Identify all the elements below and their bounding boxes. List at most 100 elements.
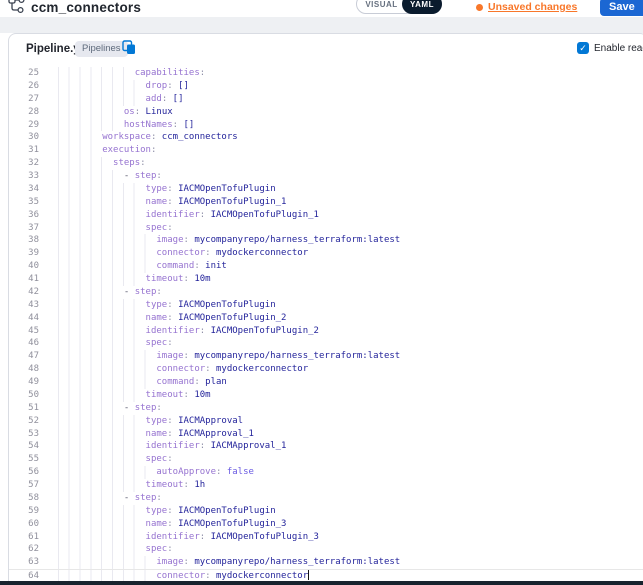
yaml-key: timeout: [146, 390, 184, 400]
line-number: 62: [9, 543, 39, 556]
code-content: - step:: [48, 402, 643, 415]
code-line-33[interactable]: 33- step:: [9, 170, 643, 183]
toggle-visual[interactable]: VISUAL: [357, 0, 402, 9]
yaml-value: IACMOpenTofuPlugin_3: [173, 519, 287, 529]
yaml-key: type: [146, 184, 168, 194]
entity-type-badge: Pipelines: [75, 41, 128, 57]
code-content: execution:: [48, 144, 643, 157]
code-line-28[interactable]: 28os: Linux: [9, 106, 643, 119]
yaml-key: connector: [156, 248, 205, 258]
yaml-colon: :: [167, 544, 172, 554]
yaml-value: IACMOpenTofuPlugin: [173, 506, 276, 516]
save-button[interactable]: Save ⌄: [600, 0, 643, 16]
code-line-46[interactable]: 46spec:: [9, 337, 643, 350]
line-number: 63: [9, 556, 39, 569]
code-line-61[interactable]: 61identifier: IACMOpenTofuPlugin_3: [9, 531, 643, 544]
code-line-37[interactable]: 37spec:: [9, 222, 643, 235]
code-line-59[interactable]: 59type: IACMOpenTofuPlugin: [9, 505, 643, 518]
line-number: 52: [9, 415, 39, 428]
code-line-60[interactable]: 60name: IACMOpenTofuPlugin_3: [9, 518, 643, 531]
code-line-52[interactable]: 52type: IACMApproval: [9, 415, 643, 428]
line-number: 53: [9, 428, 39, 441]
code-line-54[interactable]: 54identifier: IACMApproval_1: [9, 440, 643, 453]
code-line-58[interactable]: 58- step:: [9, 492, 643, 505]
code-line-48[interactable]: 48connector: mydockerconnector: [9, 363, 643, 376]
code-line-62[interactable]: 62spec:: [9, 543, 643, 556]
code-line-38[interactable]: 38image: mycompanyrepo/harness_terraform…: [9, 234, 643, 247]
code-content: autoApprove: false: [48, 466, 643, 479]
line-number: 56: [9, 466, 39, 479]
code-line-45[interactable]: 45identifier: IACMOpenTofuPlugin_2: [9, 325, 643, 338]
code-line-26[interactable]: 26drop: []: [9, 80, 643, 93]
code-content: command: plan: [48, 376, 643, 389]
yaml-value: []: [178, 120, 194, 130]
yaml-value: mycompanyrepo/harness_terraform:latest: [189, 351, 400, 361]
top-bar: ccm_connectors VISUAL YAML Unsaved chang…: [0, 0, 643, 17]
code-line-50[interactable]: 50timeout: 10m: [9, 389, 643, 402]
yaml-colon: :: [167, 338, 172, 348]
code-line-56[interactable]: 56 autoApprove: false: [9, 466, 643, 479]
yaml-value: ccm_connectors: [156, 132, 237, 142]
code-line-31[interactable]: 31execution:: [9, 144, 643, 157]
yaml-key: timeout: [146, 274, 184, 284]
code-line-57[interactable]: 57timeout: 1h: [9, 479, 643, 492]
yaml-value: IACMOpenTofuPlugin_2: [205, 326, 319, 336]
code-line-55[interactable]: 55spec:: [9, 453, 643, 466]
yaml-colon: :: [200, 68, 205, 78]
code-content: drop: []: [48, 80, 643, 93]
code-content: timeout: 10m: [48, 389, 643, 402]
toggle-yaml[interactable]: YAML: [402, 0, 442, 14]
code-line-29[interactable]: 29hostNames: []: [9, 119, 643, 132]
code-line-42[interactable]: 42- step:: [9, 286, 643, 299]
yaml-value: mydockerconnector: [211, 364, 309, 374]
code-content: connector: mydockerconnector: [48, 570, 643, 581]
code-line-32[interactable]: 32steps:: [9, 157, 643, 170]
code-line-44[interactable]: 44name: IACMOpenTofuPlugin_2: [9, 312, 643, 325]
code-line-30[interactable]: 30workspace: ccm_connectors: [9, 131, 643, 144]
code-line-47[interactable]: 47image: mycompanyrepo/harness_terraform…: [9, 350, 643, 363]
code-line-63[interactable]: 63image: mycompanyrepo/harness_terraform…: [9, 556, 643, 569]
code-content: - step:: [48, 286, 643, 299]
code-content: workspace: ccm_connectors: [48, 131, 643, 144]
unsaved-changes-link[interactable]: Unsaved changes: [488, 1, 577, 13]
code-content: name: IACMApproval_1: [48, 428, 643, 441]
line-number: 46: [9, 337, 39, 350]
yaml-colon: :: [151, 145, 156, 155]
code-line-35[interactable]: 35name: IACMOpenTofuPlugin_1: [9, 196, 643, 209]
code-line-43[interactable]: 43type: IACMOpenTofuPlugin: [9, 299, 643, 312]
visual-yaml-toggle[interactable]: VISUAL YAML: [356, 0, 442, 14]
line-number: 25: [9, 67, 39, 80]
yaml-key: identifier: [146, 441, 200, 451]
yaml-code-editor[interactable]: 25capabilities:26drop: []27add: []28os: …: [9, 67, 643, 585]
code-line-49[interactable]: 49command: plan: [9, 376, 643, 389]
code-line-36[interactable]: 36identifier: IACMOpenTofuPlugin_1: [9, 209, 643, 222]
line-number: 64: [9, 570, 39, 581]
save-button-label[interactable]: Save: [600, 1, 643, 13]
yaml-key: hostNames: [124, 120, 173, 130]
yaml-value: 10m: [189, 274, 211, 284]
code-content: identifier: IACMApproval_1: [48, 440, 643, 453]
yaml-value: mycompanyrepo/harness_terraform:latest: [189, 557, 400, 567]
yaml-key: name: [146, 313, 168, 323]
yaml-key: name: [146, 429, 168, 439]
line-number: 60: [9, 518, 39, 531]
yaml-key: image: [156, 557, 183, 567]
code-line-25[interactable]: 25capabilities:: [9, 67, 643, 80]
code-line-40[interactable]: 40command: init: [9, 260, 643, 273]
yaml-colon: :: [156, 403, 161, 413]
copy-icon[interactable]: [122, 40, 136, 55]
enable-edit-control[interactable]: ✓ Enable read/: [577, 42, 643, 54]
code-line-51[interactable]: 51- step:: [9, 402, 643, 415]
unsaved-changes[interactable]: Unsaved changes: [476, 1, 577, 13]
code-line-27[interactable]: 27add: []: [9, 93, 643, 106]
code-line-41[interactable]: 41timeout: 10m: [9, 273, 643, 286]
code-content: type: IACMOpenTofuPlugin: [48, 183, 643, 196]
yaml-list-dash: -: [124, 403, 135, 413]
code-line-34[interactable]: 34type: IACMOpenTofuPlugin: [9, 183, 643, 196]
line-number: 37: [9, 222, 39, 235]
code-line-53[interactable]: 53 name: IACMApproval_1: [9, 428, 643, 441]
enable-edit-checkbox[interactable]: ✓: [577, 42, 589, 54]
code-line-39[interactable]: 39connector: mydockerconnector: [9, 247, 643, 260]
code-content: name: IACMOpenTofuPlugin_2: [48, 312, 643, 325]
yaml-key: spec: [146, 223, 168, 233]
